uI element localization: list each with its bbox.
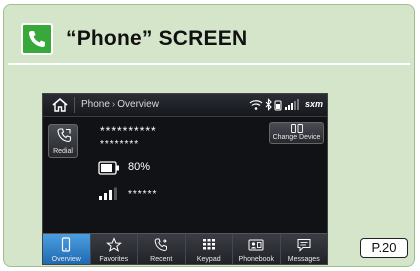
tab-keypad[interactable]: Keypad [185, 234, 233, 264]
page-title: “Phone” SCREEN [66, 27, 248, 50]
wifi-icon [249, 100, 263, 110]
tab-recent[interactable]: Recent [138, 234, 186, 264]
breadcrumb-separator: › [111, 99, 116, 110]
phone-screen: Phone › Overview sxm Redial ********** *… [42, 93, 328, 265]
tab-label: Favorites [99, 256, 129, 263]
battery-icon [98, 161, 119, 175]
sxm-logo: sxm [304, 99, 323, 109]
recent-calls-icon [154, 238, 168, 252]
bluetooth-icon [265, 98, 272, 111]
device-number: ******** [100, 139, 140, 150]
breadcrumb-root[interactable]: Phone [81, 99, 110, 110]
device-name: ********** [100, 124, 157, 138]
tab-label: Recent [150, 256, 173, 263]
tab-label: Phonebook [238, 256, 274, 263]
star-icon [105, 237, 122, 252]
header-divider [8, 63, 410, 65]
change-device-label: Change Device [272, 134, 321, 141]
message-icon [297, 239, 311, 252]
signal-strength-icon [285, 99, 299, 110]
battery-level: 80% [128, 161, 151, 173]
redial-icon [57, 128, 72, 143]
tab-phonebook[interactable]: Phonebook [233, 234, 281, 264]
phonebook-icon [248, 239, 264, 251]
tab-overview[interactable]: Overview [43, 234, 91, 264]
breadcrumb: Phone › Overview [81, 99, 159, 110]
redial-button[interactable]: Redial [48, 124, 78, 158]
page-number: P.20 [360, 238, 408, 258]
phone-battery-icon [274, 100, 282, 111]
phone-icon [21, 23, 53, 55]
status-icons [249, 98, 299, 111]
status-divider [74, 97, 75, 113]
status-bar: Phone › Overview sxm [43, 94, 327, 117]
home-icon[interactable] [51, 97, 69, 113]
tab-messages[interactable]: Messages [280, 234, 327, 264]
phone-icon [62, 237, 71, 252]
breadcrumb-current: Overview [117, 99, 159, 110]
tab-favorites[interactable]: Favorites [90, 234, 138, 264]
change-device-button[interactable]: Change Device [269, 122, 324, 144]
keypad-icon [202, 239, 215, 250]
tab-label: Messages [287, 256, 320, 263]
change-device-icon [291, 124, 303, 133]
tab-label: Overview [51, 256, 81, 263]
redial-label: Redial [53, 148, 73, 155]
tab-label: Keypad [196, 256, 221, 263]
carrier-name: ****** [128, 189, 158, 200]
slide-panel: “Phone” SCREEN Phone › Overview sxm Redi… [3, 4, 415, 267]
tab-bar: Overview Favorites Recent Keypad Phonebo… [43, 233, 327, 264]
signal-strength-icon [99, 187, 117, 200]
